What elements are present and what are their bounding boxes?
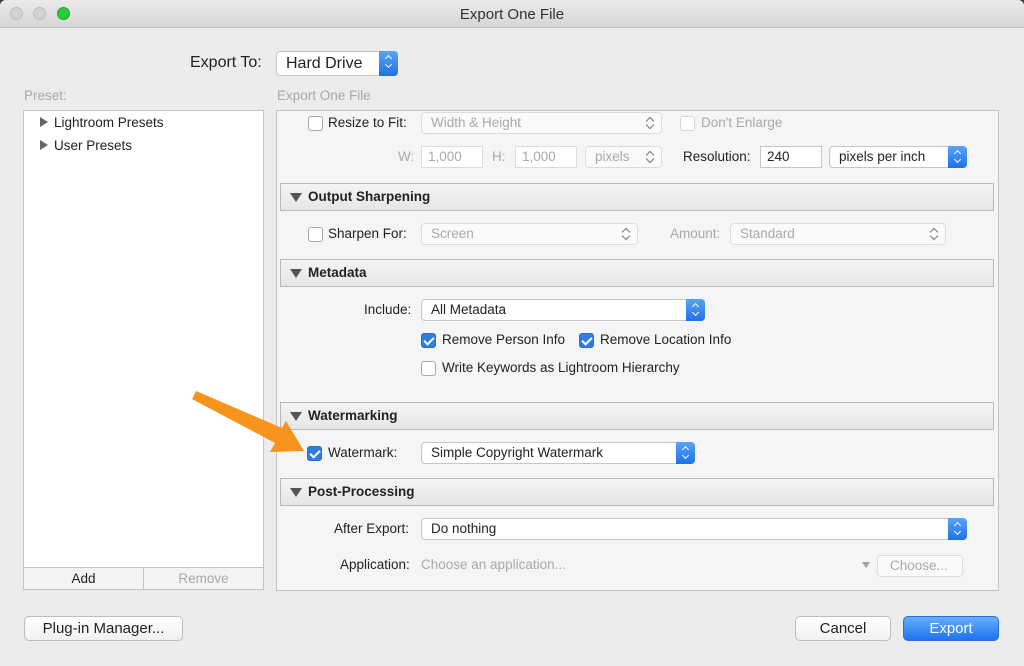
export-dialog: Export One File Export To: Hard Drive Pr… bbox=[0, 0, 1024, 666]
annotation-arrow-icon bbox=[192, 391, 304, 452]
